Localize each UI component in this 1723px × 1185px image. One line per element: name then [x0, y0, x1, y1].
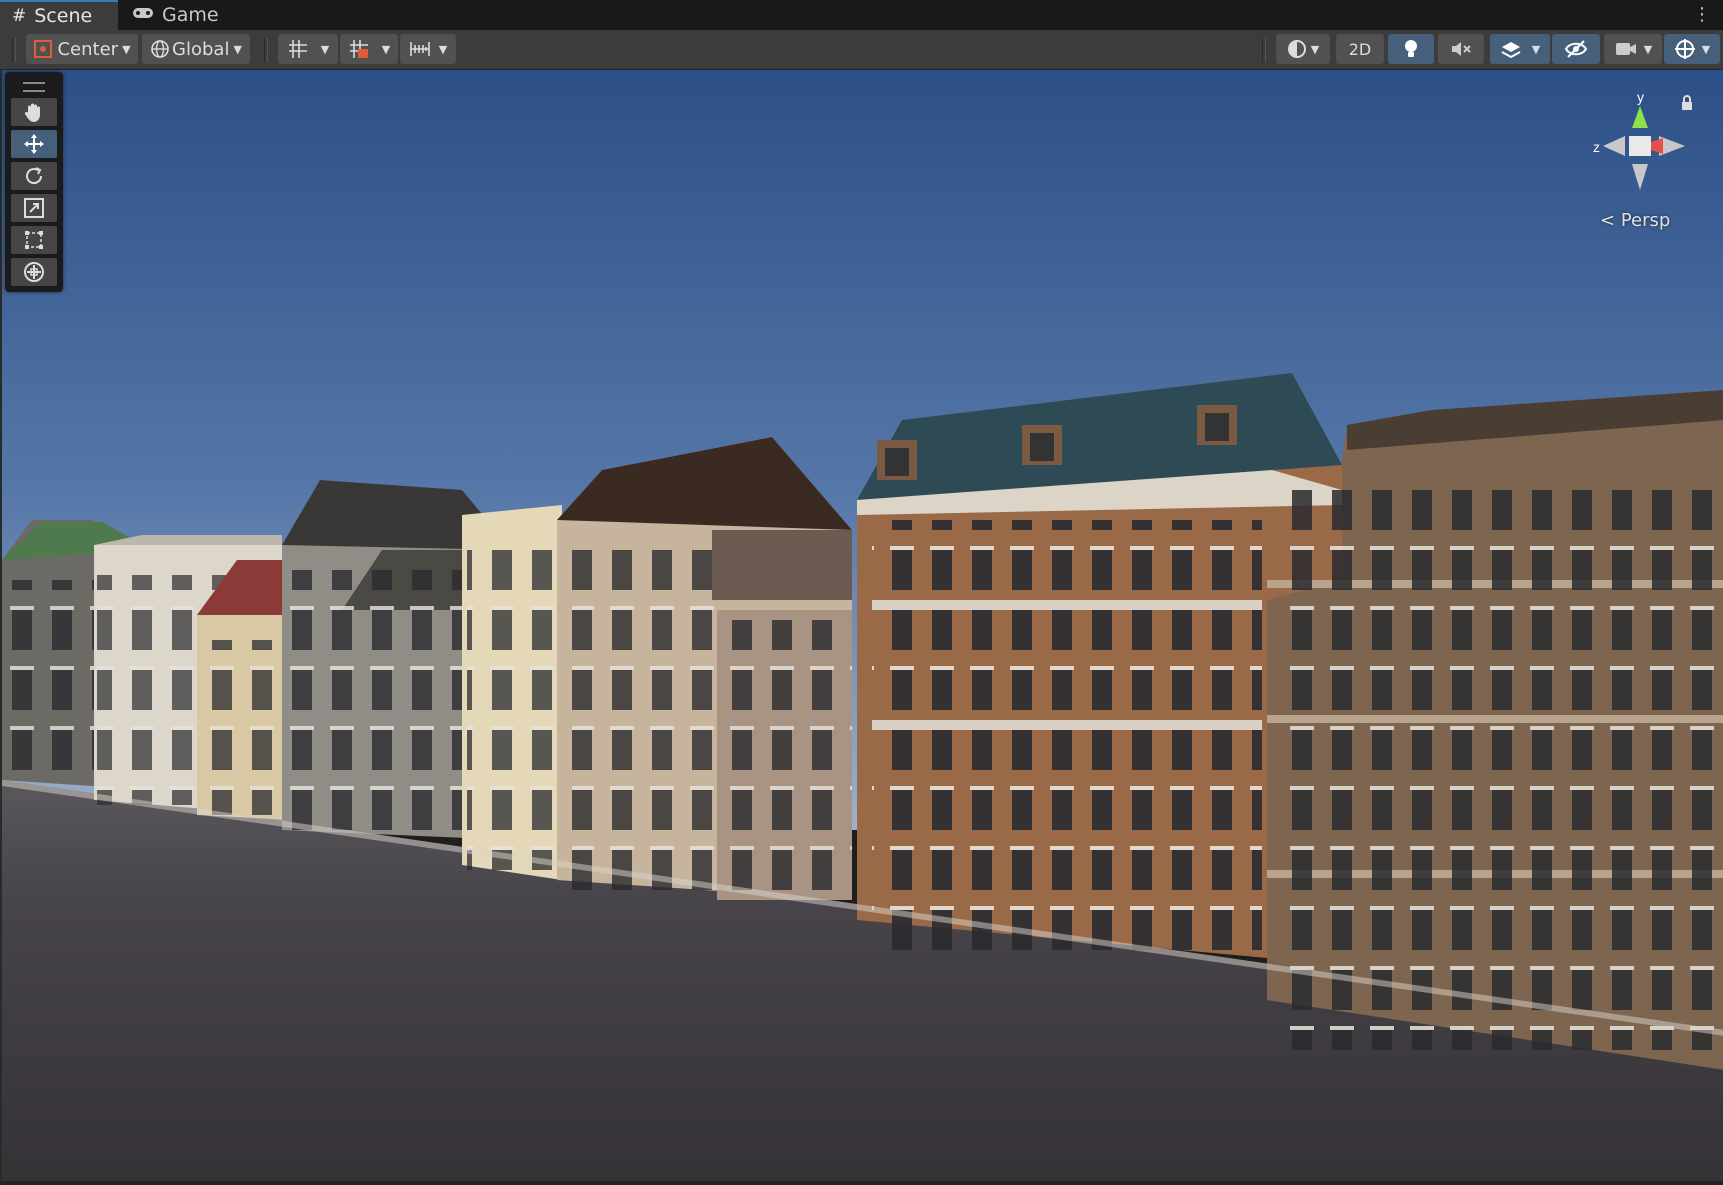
pivot-mode-label: Center [57, 38, 119, 60]
grid-visibility-button[interactable]: ▼ [278, 34, 338, 64]
rotate-tool-button[interactable] [11, 162, 57, 190]
chevron-left-icon: < [1600, 210, 1616, 231]
scene-audio-toggle[interactable] [1438, 34, 1484, 64]
grid-snap-icon [288, 40, 307, 58]
scene-toolbar: Center ▼ Global ▼ ▼ ▼ ▼ ▼ 2D ▼ ▼ ▼ [0, 30, 1723, 70]
shaded-sphere-icon [1287, 40, 1306, 58]
tools-overlay [5, 72, 63, 292]
chevron-down-icon: ▼ [320, 42, 330, 56]
scene-viewport[interactable] [0, 70, 1723, 1185]
increment-snap-button[interactable]: ▼ [400, 34, 456, 64]
more-options-icon[interactable]: ⋮ [1693, 4, 1711, 25]
gizmo-axis-z: z [1593, 139, 1600, 155]
toggle-2d-button[interactable]: 2D [1336, 34, 1384, 64]
lightbulb-icon [1405, 40, 1417, 57]
hand-icon [24, 103, 40, 122]
move-arrows-icon [24, 134, 44, 154]
snap-settings-button[interactable]: ▼ [340, 34, 398, 64]
toolbar-grip[interactable] [1262, 38, 1266, 62]
tab-scene[interactable]: # Scene [0, 0, 118, 30]
rect-transform-icon [25, 231, 43, 249]
camera-icon [1615, 43, 1636, 55]
lock-icon[interactable] [1680, 95, 1694, 115]
camera-settings-dropdown[interactable]: ▼ [1604, 34, 1662, 64]
eye-hidden-icon [1564, 40, 1588, 58]
tab-game[interactable]: Game [120, 0, 230, 30]
tab-game-label: Game [162, 4, 219, 26]
overlay-drag-handle[interactable] [23, 82, 45, 92]
z-axis-cone[interactable] [1603, 136, 1625, 156]
city-street-render [2, 70, 1723, 1185]
viewport-bottom-border [0, 1181, 1723, 1185]
draw-mode-dropdown[interactable]: ▼ [1276, 34, 1330, 64]
chevron-down-icon: ▼ [381, 42, 391, 56]
grid-snap-increment-icon [349, 40, 368, 58]
pivot-rotation-dropdown[interactable]: Global ▼ [142, 34, 250, 64]
transform-combined-icon [24, 262, 44, 282]
transform-tool-button[interactable] [11, 258, 57, 286]
orientation-gizmo[interactable]: y z [1585, 88, 1695, 198]
rect-tool-button[interactable] [11, 226, 57, 254]
y-axis-cone[interactable] [1632, 106, 1648, 128]
scale-icon [24, 198, 44, 218]
neg-y-axis-cone[interactable] [1632, 164, 1648, 190]
toolbar-grip[interactable] [264, 38, 268, 62]
pivot-mode-dropdown[interactable]: Center ▼ [26, 34, 138, 64]
tab-scene-label: Scene [34, 5, 93, 27]
gizmo-globe-icon [1674, 39, 1695, 59]
gizmo-axis-y: y [1637, 89, 1644, 105]
projection-toggle[interactable]: < Persp [1600, 210, 1670, 231]
rotate-icon [26, 167, 43, 185]
gamepad-icon [132, 5, 154, 25]
chevron-down-icon: ▼ [1701, 42, 1711, 56]
speaker-muted-icon [1452, 42, 1471, 56]
chevron-down-icon: ▼ [233, 42, 242, 56]
scene-lighting-toggle[interactable] [1388, 34, 1434, 64]
chevron-down-icon: ▼ [122, 42, 131, 56]
chevron-down-icon: ▼ [1643, 42, 1653, 56]
toolbar-grip[interactable] [12, 38, 16, 62]
move-tool-button[interactable] [11, 130, 57, 158]
chevron-down-icon: ▼ [1310, 42, 1320, 56]
pivot-rotation-label: Global [172, 38, 230, 60]
hand-tool-button[interactable] [11, 98, 57, 126]
pivot-center-icon [34, 40, 53, 58]
scene-visibility-toggle[interactable] [1552, 34, 1600, 64]
gizmos-dropdown[interactable]: ▼ [1664, 34, 1720, 64]
x-axis-cone[interactable] [1651, 138, 1663, 154]
projection-label: Persp [1620, 210, 1671, 231]
grid-hash-icon: # [12, 6, 27, 26]
toggle-2d-label: 2D [1348, 39, 1372, 59]
globe-icon [151, 40, 169, 58]
ruler-icon [409, 42, 430, 56]
effects-dropdown[interactable]: ▼ [1490, 34, 1550, 64]
tab-bar: # Scene Game ⋮ [0, 0, 1723, 31]
scale-tool-button[interactable] [11, 194, 57, 222]
layers-effects-icon [1501, 42, 1521, 59]
chevron-down-icon: ▼ [438, 42, 448, 56]
gizmo-center-cube[interactable] [1629, 136, 1651, 156]
chevron-down-icon: ▼ [1531, 42, 1541, 56]
